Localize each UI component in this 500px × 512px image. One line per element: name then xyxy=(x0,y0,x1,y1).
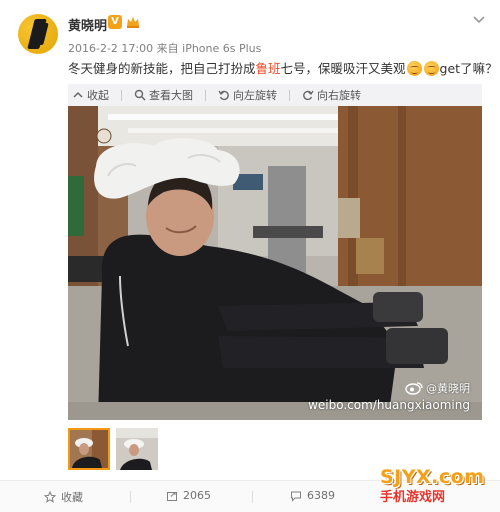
star-icon xyxy=(44,491,56,503)
favorite-button[interactable]: 收藏 xyxy=(44,489,83,505)
comment-button[interactable]: 6389 xyxy=(290,489,335,502)
verified-badge-icon: V xyxy=(108,15,122,29)
watermark-handle-row: @黄晓明 xyxy=(308,380,470,396)
rotate-left-button[interactable]: 向左旋转 xyxy=(218,87,277,103)
site-logo-bottom: 手机游戏网 xyxy=(380,490,446,505)
chevron-down-icon[interactable] xyxy=(472,12,486,26)
view-large-label: 查看大图 xyxy=(149,89,193,102)
media-toolbar: 收起 查看大图 向左旋转 向右旋转 xyxy=(68,84,482,106)
post-text-highlight[interactable]: 鲁班 xyxy=(256,61,281,76)
username[interactable]: 黄晓明 xyxy=(68,15,107,34)
view-large-button[interactable]: 查看大图 xyxy=(134,87,193,103)
rotate-left-label: 向左旋转 xyxy=(233,89,277,102)
toolbar-divider xyxy=(289,89,290,101)
vip-crown-icon xyxy=(127,17,139,28)
photo-watermark: @黄晓明 weibo.com/huangxiaoming xyxy=(308,380,470,412)
action-divider xyxy=(130,491,131,503)
sweat-smile-emoji-icon xyxy=(406,61,422,76)
watermark-handle: @黄晓明 xyxy=(426,382,470,395)
thumbnail-strip xyxy=(68,428,164,472)
thumbnail-2-image xyxy=(116,428,158,470)
post-text: 冬天健身的新技能，把自己打扮成鲁班七号，保暖吸汗又美观 get了嘛？ xyxy=(68,58,498,77)
thumbnail-1-image xyxy=(70,430,108,468)
weibo-logo-icon xyxy=(405,382,423,395)
post-timestamp[interactable]: 2016-2-2 17:00 xyxy=(68,42,153,55)
rotate-right-icon xyxy=(303,90,314,101)
post-text-before: 冬天健身的新技能，把自己打扮成 xyxy=(68,61,256,76)
repost-count: 2065 xyxy=(183,489,211,502)
sweat-smile-emoji-icon xyxy=(423,61,439,76)
thumbnail-1[interactable] xyxy=(68,428,110,470)
toolbar-divider xyxy=(121,89,122,101)
repost-icon xyxy=(167,491,177,501)
collapse-label: 收起 xyxy=(87,89,109,102)
comment-icon xyxy=(291,491,301,502)
watermark-url: weibo.com/huangxiaoming xyxy=(308,398,470,412)
toolbar-divider xyxy=(205,89,206,101)
post-source: 来自 iPhone 6s Plus xyxy=(156,42,262,55)
avatar[interactable] xyxy=(18,14,58,54)
collapse-button[interactable]: 收起 xyxy=(72,87,109,103)
site-logo: SJYX.com 手机游戏网 xyxy=(380,466,492,510)
rotate-right-button[interactable]: 向右旋转 xyxy=(302,87,361,103)
post-text-end: get了嘛？ xyxy=(439,61,498,76)
repost-button[interactable]: 2065 xyxy=(166,489,211,502)
favorite-label: 收藏 xyxy=(61,491,83,504)
post-photo[interactable]: @黄晓明 weibo.com/huangxiaoming xyxy=(68,106,482,420)
gym-photo-illustration xyxy=(68,106,482,420)
post-meta: 2016-2-2 17:00 来自 iPhone 6s Plus xyxy=(68,40,261,56)
search-icon xyxy=(134,89,146,101)
post-text-after: 七号，保暖吸汗又美观 xyxy=(280,61,406,76)
rotate-left-icon xyxy=(218,90,229,101)
rotate-right-label: 向右旋转 xyxy=(317,89,361,102)
post-header: 黄晓明 V 2016-2-2 17:00 来自 iPhone 6s Plus xyxy=(0,0,500,56)
thumbnail-2[interactable] xyxy=(116,428,158,470)
comment-count: 6389 xyxy=(307,489,335,502)
collapse-icon xyxy=(73,91,83,98)
action-divider xyxy=(252,491,253,503)
site-logo-top: SJYX.com xyxy=(380,466,485,488)
